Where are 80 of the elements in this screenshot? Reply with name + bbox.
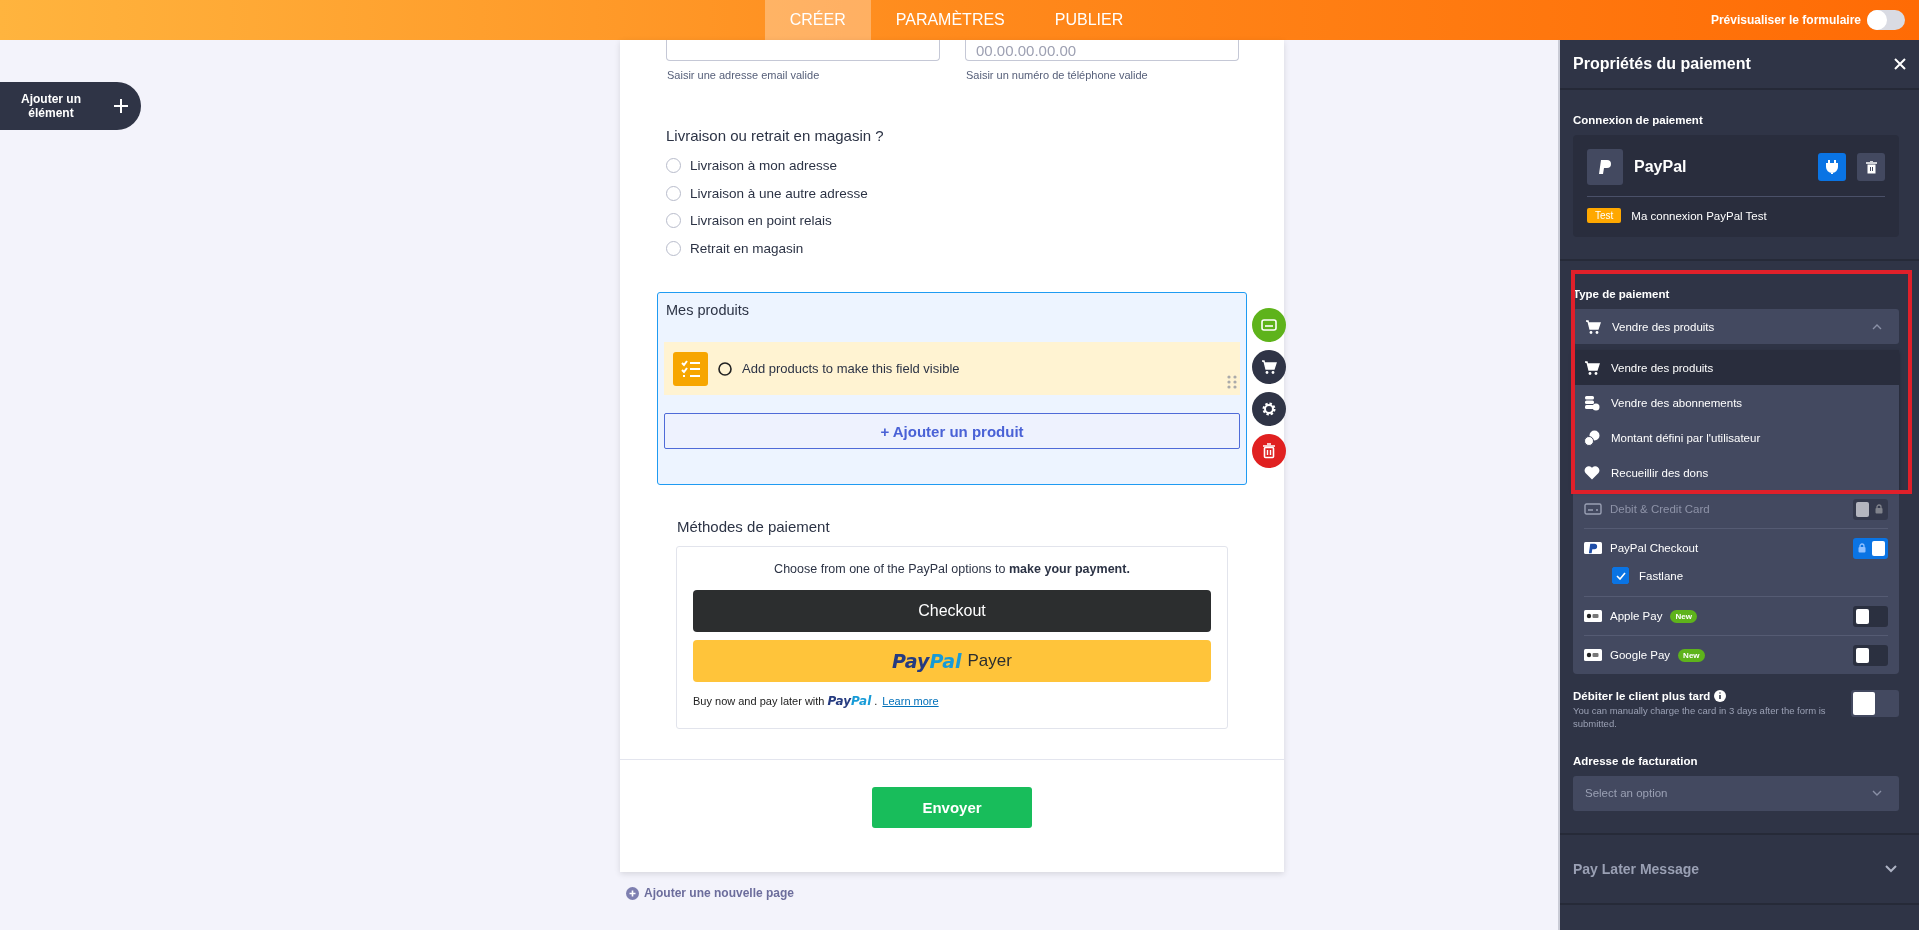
drag-handle-icon[interactable] bbox=[1227, 374, 1237, 391]
radio-label: Livraison en point relais bbox=[690, 213, 832, 229]
dropdown-option[interactable]: Vendre des abonnements bbox=[1573, 385, 1899, 420]
charge-later-toggle[interactable] bbox=[1851, 690, 1899, 717]
learn-more-link[interactable]: Learn more bbox=[882, 695, 939, 708]
billing-select[interactable]: Select an option bbox=[1585, 787, 1668, 800]
paypal-logo: PayPal bbox=[827, 694, 872, 709]
notice-text: Add products to make this field visible bbox=[742, 361, 960, 377]
info-icon[interactable] bbox=[1714, 690, 1727, 702]
plus-icon bbox=[113, 98, 129, 114]
card-icon bbox=[1584, 503, 1602, 515]
checkout-button[interactable]: Checkout bbox=[693, 590, 1211, 633]
radio-label: Retrait en magasin bbox=[690, 241, 804, 257]
cart-icon[interactable] bbox=[1252, 350, 1286, 385]
card-icon[interactable] bbox=[1252, 308, 1286, 343]
chevron-icon bbox=[1872, 323, 1882, 330]
payment-type-select[interactable]: Vendre des produits bbox=[1573, 309, 1899, 344]
new-badge: New bbox=[1670, 609, 1697, 623]
add-product-button[interactable]: + Ajouter un produit bbox=[664, 413, 1240, 450]
heart-icon bbox=[1584, 465, 1600, 480]
preview-toggle[interactable] bbox=[1867, 10, 1905, 30]
text-field[interactable] bbox=[666, 40, 940, 61]
plus-icon bbox=[626, 886, 639, 900]
wallet-logo-icon bbox=[1584, 610, 1602, 622]
test-badge: Test bbox=[1587, 208, 1622, 223]
intro-text: Choose from one of the PayPal options to make your payment. bbox=[773, 562, 1131, 577]
close-icon[interactable] bbox=[1893, 57, 1907, 71]
paypal-icon bbox=[1587, 149, 1623, 185]
dropdown-option[interactable]: Montant défini par l'utilisateur bbox=[1573, 420, 1899, 455]
check-icon bbox=[1615, 571, 1626, 580]
wallet-logo-icon bbox=[1584, 649, 1602, 661]
coins-icon bbox=[1584, 429, 1600, 446]
section-heading: Connexion de paiement bbox=[1573, 114, 1704, 126]
method-label: Google Pay bbox=[1610, 649, 1671, 661]
paypal-pay-button[interactable]: PayPal Payer bbox=[693, 640, 1211, 683]
add-element-button[interactable]: Ajouter un élément bbox=[0, 82, 141, 130]
chevron-icon bbox=[1885, 864, 1897, 873]
section-heading: Adresse de facturation bbox=[1573, 754, 1699, 767]
dropdown-option[interactable]: Vendre des produits bbox=[1573, 350, 1899, 385]
connection-name: Ma connexion PayPal Test bbox=[1631, 209, 1767, 222]
method-label: Debit & Credit Card bbox=[1610, 503, 1710, 515]
paypal-icon bbox=[1584, 542, 1602, 554]
checklist-icon bbox=[673, 351, 708, 386]
section-heading: Type de paiement bbox=[1573, 288, 1671, 300]
helper-text: Saisir une adresse email valide bbox=[667, 69, 821, 81]
add-page-link[interactable]: Ajouter une nouvelle page bbox=[626, 886, 795, 901]
checkbox[interactable] bbox=[1612, 567, 1629, 584]
text-field[interactable]: 00.00.00.00.00 bbox=[965, 40, 1239, 61]
method-toggle[interactable] bbox=[1853, 644, 1888, 666]
method-toggle[interactable] bbox=[1853, 605, 1888, 627]
period-text: . bbox=[874, 695, 878, 708]
cart-icon bbox=[1584, 359, 1600, 376]
radio-label: Livraison à une autre adresse bbox=[690, 185, 868, 201]
question-label: Livraison ou retrait en magasin ? bbox=[666, 127, 885, 144]
coin-stack-icon bbox=[1584, 394, 1600, 411]
select-value: Vendre des produits bbox=[1612, 320, 1715, 333]
section-title: Méthodes de paiement bbox=[677, 518, 831, 536]
cart-icon bbox=[1585, 318, 1601, 335]
pay-later-text: Buy now and pay later with bbox=[693, 695, 825, 708]
pay-later-section[interactable]: Pay Later Message bbox=[1560, 834, 1919, 905]
provider-name: PayPal bbox=[1634, 158, 1687, 176]
method-label: PayPal Checkout bbox=[1610, 542, 1699, 554]
plug-icon[interactable] bbox=[1818, 153, 1846, 181]
settings-icon[interactable] bbox=[1252, 392, 1286, 427]
preview-label: Prévisualiser le formulaire bbox=[1710, 13, 1861, 27]
dropdown-option[interactable]: Recueillir des dons bbox=[1573, 455, 1899, 490]
setting-description: You can manually charge the card in 3 days after the form is submitted. bbox=[1573, 705, 1827, 731]
panel-title: Propriétés du paiement bbox=[1573, 55, 1751, 73]
new-badge: New bbox=[1678, 648, 1705, 662]
method-label: Apple Pay bbox=[1610, 610, 1663, 622]
checkbox-label: Fastlane bbox=[1639, 569, 1684, 582]
method-toggle[interactable] bbox=[1853, 537, 1888, 559]
field-title: Mes produits bbox=[665, 301, 750, 321]
delete-icon[interactable] bbox=[1252, 434, 1286, 469]
circle-icon bbox=[718, 361, 732, 376]
chevron-icon bbox=[1872, 790, 1882, 797]
delete-icon[interactable] bbox=[1857, 153, 1885, 181]
helper-text: Saisir un numéro de téléphone valide bbox=[966, 69, 1149, 81]
radio-label: Livraison à mon adresse bbox=[690, 158, 838, 174]
setting-label: Débiter le client plus tard bbox=[1573, 690, 1711, 702]
